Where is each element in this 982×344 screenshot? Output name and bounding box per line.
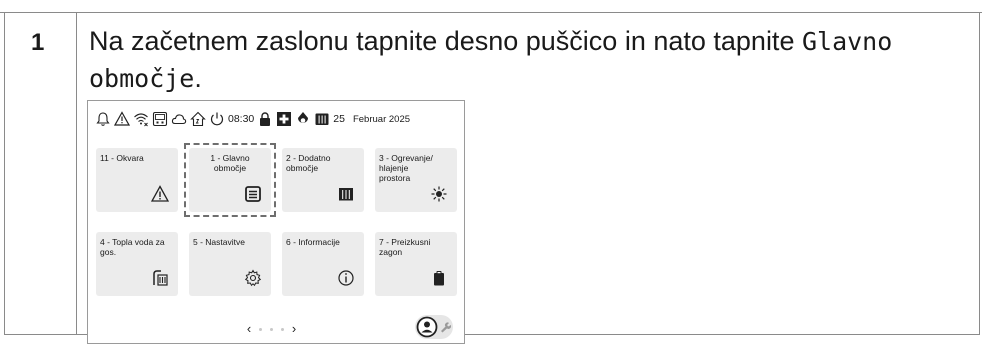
- highlight-frame: [184, 143, 276, 217]
- clipboard-icon: [430, 269, 448, 287]
- lock-icon[interactable]: [257, 111, 273, 127]
- tile-label: 7 - Preizkusni zagon: [379, 237, 431, 257]
- warning-icon[interactable]: [114, 111, 130, 127]
- first-aid-icon[interactable]: [276, 111, 292, 127]
- status-time: 08:30: [228, 113, 255, 125]
- status-bar: 08:30 25 Februar 2025: [95, 109, 410, 129]
- tile-ogrevanje-hlajenje[interactable]: 3 - Ogrevanje/ hlajenje prostora: [375, 148, 457, 212]
- power-icon[interactable]: [209, 111, 225, 127]
- gear-icon: [244, 269, 262, 287]
- next-page-arrow[interactable]: ›: [288, 322, 300, 335]
- user-icon: [416, 316, 438, 338]
- previous-page-arrow[interactable]: ‹: [243, 322, 255, 335]
- tile-okvara[interactable]: 11 - Okvara: [96, 148, 178, 212]
- status-day: 25: [333, 113, 345, 125]
- instruction-text: Na začetnem zaslonu tapnite desno puščic…: [89, 26, 802, 56]
- radiator-icon: [337, 185, 355, 203]
- column-divider: [76, 13, 77, 334]
- warning-icon: [151, 185, 169, 203]
- tile-dodatno-obmocje[interactable]: 2 - Dodatno območje: [282, 148, 364, 212]
- tile-topla-voda[interactable]: 4 - Topla voda za gos.: [96, 232, 178, 296]
- tile-label: 2 - Dodatno območje: [286, 153, 331, 173]
- wrench-icon: [441, 322, 451, 333]
- tile-label: 11 - Okvara: [100, 153, 144, 163]
- drop-icon[interactable]: [295, 111, 311, 127]
- tile-label: 3 - Ogrevanje/ hlajenje prostora: [379, 153, 433, 183]
- step-number: 1: [31, 29, 45, 56]
- instruction-code-obmocje: območje: [89, 64, 195, 93]
- cloud-icon[interactable]: [171, 111, 187, 127]
- home-icon[interactable]: [190, 111, 206, 127]
- tile-label: 5 - Nastavitve: [193, 237, 245, 247]
- info-icon: [337, 269, 355, 287]
- page-indicator: ‹ ›: [243, 322, 300, 335]
- controller-icon[interactable]: [152, 111, 168, 127]
- page-dot: [281, 327, 284, 331]
- wifi-icon[interactable]: [133, 111, 149, 127]
- instruction-code-glavno: Glavno: [801, 27, 893, 56]
- device-screen: 08:30 25 Februar 2025 11 - Okvara 1 - Gl…: [87, 100, 465, 344]
- sun-snow-icon: [430, 185, 448, 203]
- tile-label: 4 - Topla voda za gos.: [100, 237, 165, 257]
- status-date: Februar 2025: [352, 113, 411, 125]
- step-table: 1 Na začetnem zaslonu tapnite desno pušč…: [4, 13, 980, 344]
- instruction-period: .: [194, 63, 202, 93]
- bell-icon[interactable]: [95, 111, 111, 127]
- page-dot: [270, 327, 273, 331]
- user-menu-button[interactable]: [415, 315, 453, 339]
- tile-nastavitve[interactable]: 5 - Nastavitve: [189, 232, 271, 296]
- step-instruction: Na začetnem zaslonu tapnite desno puščic…: [89, 23, 949, 97]
- tile-label: 6 - Informacije: [286, 237, 340, 247]
- shower-icon: [151, 269, 169, 287]
- page-dot: [259, 327, 262, 331]
- tile-informacije[interactable]: 6 - Informacije: [282, 232, 364, 296]
- radiator-icon[interactable]: [314, 111, 330, 127]
- tile-preizkusni-zagon[interactable]: 7 - Preizkusni zagon: [375, 232, 457, 296]
